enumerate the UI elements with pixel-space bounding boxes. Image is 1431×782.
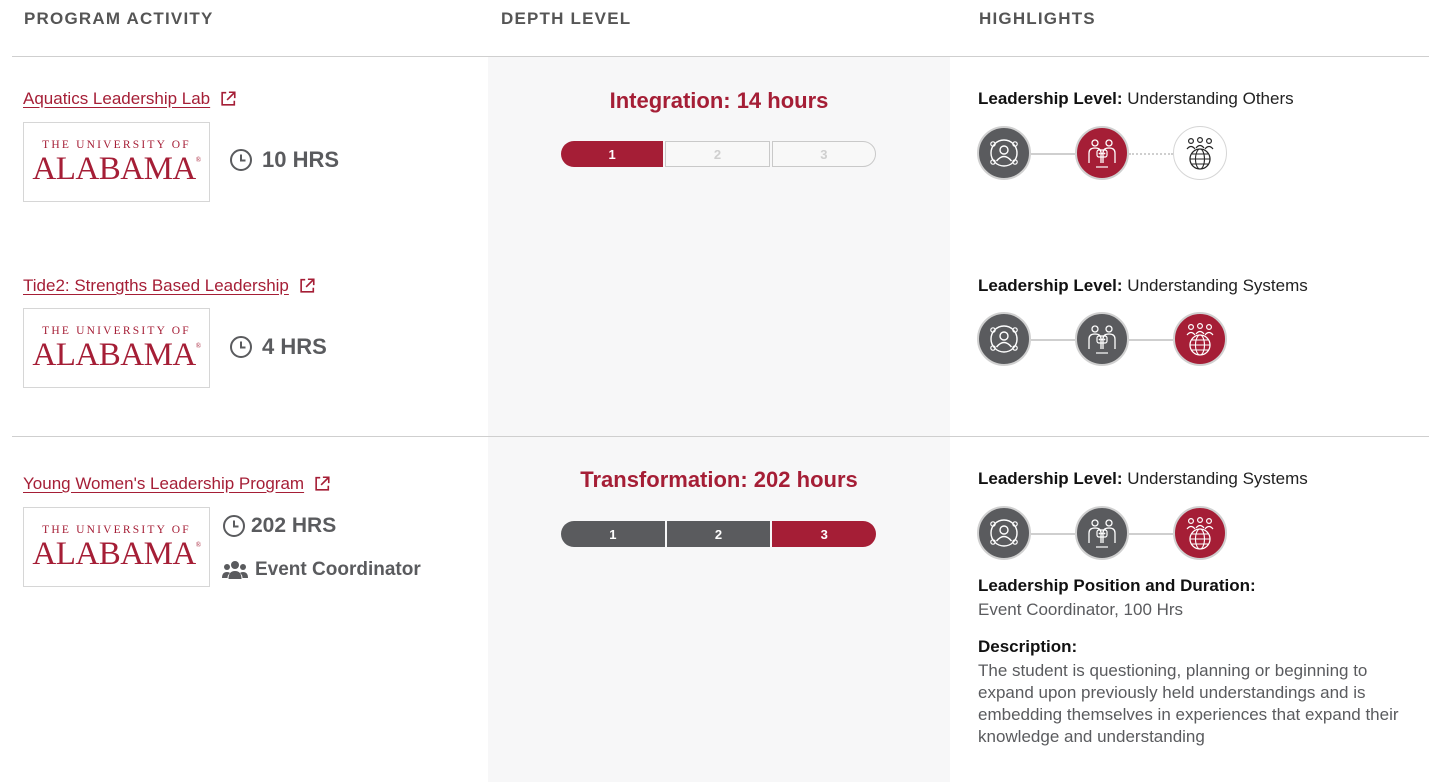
- depth-title-group1: Integration: 14 hours: [609, 88, 829, 113]
- logo-line2: ALABAMA®: [32, 151, 201, 187]
- globe-people-icon: [1173, 506, 1227, 560]
- clock-icon: [230, 336, 252, 358]
- depth-segment-1: 1: [561, 521, 665, 547]
- person-circle-icon: [977, 312, 1031, 366]
- activity-hours: 202 HRS: [222, 514, 336, 538]
- leadership-level-young-women: Leadership Level: Understanding Systems: [978, 469, 1308, 488]
- depth-segment-2: 2: [665, 141, 770, 167]
- depth-segment-1: 1: [561, 141, 664, 167]
- activity-hours: 4 HRS: [229, 334, 327, 360]
- description-value: The student is questioning, planning or …: [978, 661, 1399, 746]
- logo-line1: THE UNIVERSITY OF: [42, 325, 191, 337]
- leadership-position-label: Leadership Position and Duration:: [978, 576, 1256, 595]
- university-logo: THE UNIVERSITY OF ALABAMA®: [23, 308, 210, 388]
- globe-people-icon: [1173, 312, 1227, 366]
- description-label: Description:: [978, 637, 1078, 656]
- activity-row-tide2: Tide2: Strengths Based Leadership THE UN…: [23, 276, 327, 388]
- leadership-position-section: Leadership Position and Duration: Event …: [978, 576, 1418, 621]
- depth-progress-bar-group2: 1 2 3: [561, 521, 877, 547]
- external-link-icon: [300, 278, 315, 293]
- activity-hours: 10 HRS: [229, 147, 339, 173]
- leadership-level-tide2: Leadership Level: Understanding Systems: [978, 276, 1308, 295]
- clock-icon: [223, 515, 245, 537]
- person-circle-icon: [977, 126, 1031, 180]
- activity-title: Tide2: Strengths Based Leadership: [23, 276, 289, 295]
- activity-row-aquatics: Aquatics Leadership Lab THE UNIVERSITY O…: [23, 89, 339, 202]
- column-header-depth: DEPTH LEVEL: [501, 9, 632, 28]
- activity-row-young-women: Young Women's Leadership Program THE UNI…: [23, 474, 421, 587]
- leadership-level-track-aquatics: [977, 126, 1227, 182]
- logo-line1: THE UNIVERSITY OF: [42, 524, 191, 536]
- depth-segment-3: 3: [772, 521, 877, 547]
- leadership-level-track-tide2: [977, 312, 1227, 368]
- activity-link-young-women[interactable]: Young Women's Leadership Program: [23, 474, 331, 494]
- leadership-level-aquatics: Leadership Level: Understanding Others: [978, 89, 1294, 108]
- group-people-icon: [1075, 506, 1129, 560]
- logo-line2: ALABAMA®: [32, 536, 201, 572]
- logo-line1: THE UNIVERSITY OF: [42, 139, 191, 151]
- globe-people-icon: [1173, 126, 1227, 180]
- depth-segment-3: 3: [771, 141, 876, 167]
- group-people-icon: [1075, 312, 1129, 366]
- group-divider: [12, 436, 1429, 437]
- activity-link-tide2[interactable]: Tide2: Strengths Based Leadership: [23, 276, 316, 296]
- person-circle-icon: [977, 506, 1031, 560]
- column-header-activity: PROGRAM ACTIVITY: [24, 9, 214, 28]
- group-people-icon: [1075, 126, 1129, 180]
- university-logo: THE UNIVERSITY OF ALABAMA®: [23, 507, 210, 587]
- activity-title: Young Women's Leadership Program: [23, 474, 305, 493]
- activity-role: Event Coordinator: [222, 559, 421, 581]
- table-header: PROGRAM ACTIVITY DEPTH LEVEL HIGHLIGHTS: [0, 0, 1431, 57]
- leadership-level-track-young-women: [977, 506, 1227, 562]
- external-link-icon: [221, 91, 236, 106]
- depth-progress-bar-group1: 1 2 3: [561, 141, 876, 167]
- depth-segment-2: 2: [666, 521, 771, 547]
- external-link-icon: [315, 476, 330, 491]
- university-logo: THE UNIVERSITY OF ALABAMA®: [23, 122, 210, 202]
- leadership-position-value: Event Coordinator, 100 Hrs: [978, 600, 1184, 619]
- activity-link-aquatics[interactable]: Aquatics Leadership Lab: [23, 89, 237, 109]
- column-header-highlights: HIGHLIGHTS: [979, 9, 1096, 28]
- users-icon: [222, 561, 248, 579]
- logo-line2: ALABAMA®: [32, 337, 201, 373]
- activity-title: Aquatics Leadership Lab: [23, 89, 211, 108]
- clock-icon: [230, 149, 252, 171]
- depth-title-group2: Transformation: 202 hours: [580, 467, 858, 492]
- description-section: Description: The student is questioning,…: [978, 637, 1418, 748]
